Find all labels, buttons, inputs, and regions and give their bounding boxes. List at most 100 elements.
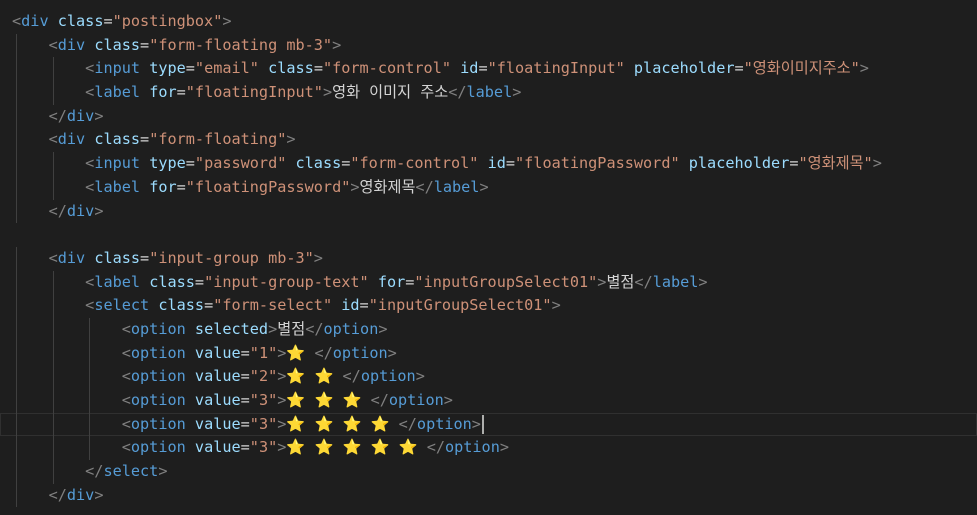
- code-attribute-name: type: [149, 154, 186, 173]
- code-line[interactable]: </select>: [0, 460, 977, 484]
- code-punctuation: <: [121, 414, 131, 433]
- code-line[interactable]: <div class="form-floating mb-3">: [0, 33, 977, 58]
- code-line[interactable]: <option selected>별점</option>: [0, 317, 977, 342]
- code-attribute-value: "form-control": [322, 59, 451, 78]
- code-text: 별점: [606, 272, 635, 291]
- code-line[interactable]: <div class="input-group mb-3">: [0, 246, 977, 271]
- code-tag-name: div: [57, 248, 86, 267]
- code-tag-name: label: [652, 272, 699, 291]
- code-line[interactable]: <div class="postingbox">: [0, 10, 977, 34]
- code-line[interactable]: <option value="2">⭐ ⭐ </option>: [0, 365, 977, 389]
- indent-guide: [16, 57, 17, 82]
- code-punctuation: <: [48, 248, 58, 267]
- code-attribute-value: "input-group mb-3": [149, 248, 314, 267]
- code-text: =: [185, 59, 195, 78]
- code-text: =: [359, 296, 369, 315]
- code-line[interactable]: <option value="3">⭐ ⭐ ⭐ </option>: [0, 389, 977, 413]
- code-punctuation: </: [48, 106, 67, 125]
- indent-guide: [16, 81, 17, 105]
- code-tag-name: div: [57, 130, 86, 149]
- code-attribute-value: "3": [249, 414, 278, 433]
- code-punctuation: >: [94, 106, 104, 125]
- code-text: =: [313, 59, 323, 78]
- code-line[interactable]: <option value="1">⭐ </option>: [0, 341, 977, 366]
- indent-guide: [16, 152, 17, 176]
- code-attribute-value: "3": [249, 438, 278, 457]
- code-line[interactable]: <label for="floatingInput">영화 이미지 주소</la…: [0, 81, 977, 105]
- code-punctuation: </: [305, 319, 324, 338]
- indent-guide: [16, 389, 17, 413]
- code-attribute-value: "input-group-text": [204, 272, 369, 291]
- indent-guide: [52, 294, 54, 318]
- code-line[interactable]: <label class="input-group-text" for="inp…: [0, 270, 977, 295]
- code-text: =: [140, 35, 150, 54]
- code-editor[interactable]: <div class="postingbox"> <div class="for…: [0, 0, 977, 515]
- indent-guide: [52, 317, 54, 342]
- code-punctuation: >: [94, 485, 104, 504]
- code-tag-name: label: [466, 83, 513, 102]
- code-tag-name: option: [130, 391, 186, 409]
- code-line[interactable]: <input type="password" class="form-contr…: [0, 152, 977, 176]
- code-punctuation: >: [499, 438, 510, 457]
- code-line[interactable]: <div class="form-floating">: [0, 128, 977, 153]
- code-punctuation: </: [634, 272, 653, 291]
- indent-guide: [52, 436, 54, 461]
- code-tag-name: label: [433, 177, 480, 196]
- code-line[interactable]: <input type="email" class="form-control"…: [0, 57, 977, 82]
- code-attribute-value: "floatingInput": [185, 83, 323, 102]
- code-text: =: [240, 367, 250, 386]
- code-line[interactable]: <label for="floatingPassword">영화제목</labe…: [0, 175, 977, 200]
- code-line[interactable]: <option value="3">⭐ ⭐ ⭐ ⭐ ⭐ </option>: [0, 436, 977, 461]
- code-punctuation: <: [48, 130, 58, 149]
- code-punctuation: >: [350, 177, 360, 196]
- code-punctuation: <: [85, 59, 95, 78]
- code-attribute-value: "영화이미지주소": [743, 59, 860, 78]
- code-attribute-value: "form-floating mb-3": [149, 35, 333, 54]
- code-punctuation: </: [448, 83, 467, 102]
- code-punctuation: <: [121, 367, 131, 386]
- code-text: =: [240, 438, 250, 457]
- code-line[interactable]: <option value="3">⭐ ⭐ ⭐ ⭐ </option>: [0, 412, 977, 437]
- code-punctuation: </: [415, 177, 434, 196]
- indent-guide: [52, 389, 54, 413]
- code-attribute-name: value: [194, 391, 241, 409]
- code-attribute-value: "email": [194, 59, 259, 78]
- code-punctuation: >: [698, 272, 708, 291]
- code-tag-name: option: [130, 438, 186, 457]
- code-tag-name: input: [94, 59, 141, 78]
- code-tag-name: div: [57, 35, 86, 54]
- code-text: =: [140, 130, 150, 149]
- indent-guide: [16, 294, 17, 318]
- code-line[interactable]: </div>: [0, 199, 977, 224]
- code-punctuation: >: [471, 414, 481, 433]
- code-line[interactable]: </div>: [0, 104, 977, 129]
- code-attribute-name: type: [149, 59, 186, 78]
- indent-guide: [16, 317, 17, 342]
- text-cursor: [481, 414, 484, 434]
- code-line[interactable]: [0, 223, 977, 247]
- indent-guide: [16, 270, 17, 295]
- code-tag-name: select: [103, 462, 159, 481]
- code-line[interactable]: </div>: [0, 483, 977, 508]
- indent-guide: [89, 389, 91, 413]
- code-attribute-value: "floatingPassword": [515, 154, 680, 173]
- code-line[interactable]: <select class="form-select" id="inputGro…: [0, 294, 977, 318]
- code-punctuation: >: [286, 130, 296, 149]
- code-tag-name: div: [66, 106, 95, 125]
- code-tag-name: input: [94, 154, 141, 173]
- indent-guide: [52, 152, 54, 176]
- indent-guide: [16, 341, 17, 366]
